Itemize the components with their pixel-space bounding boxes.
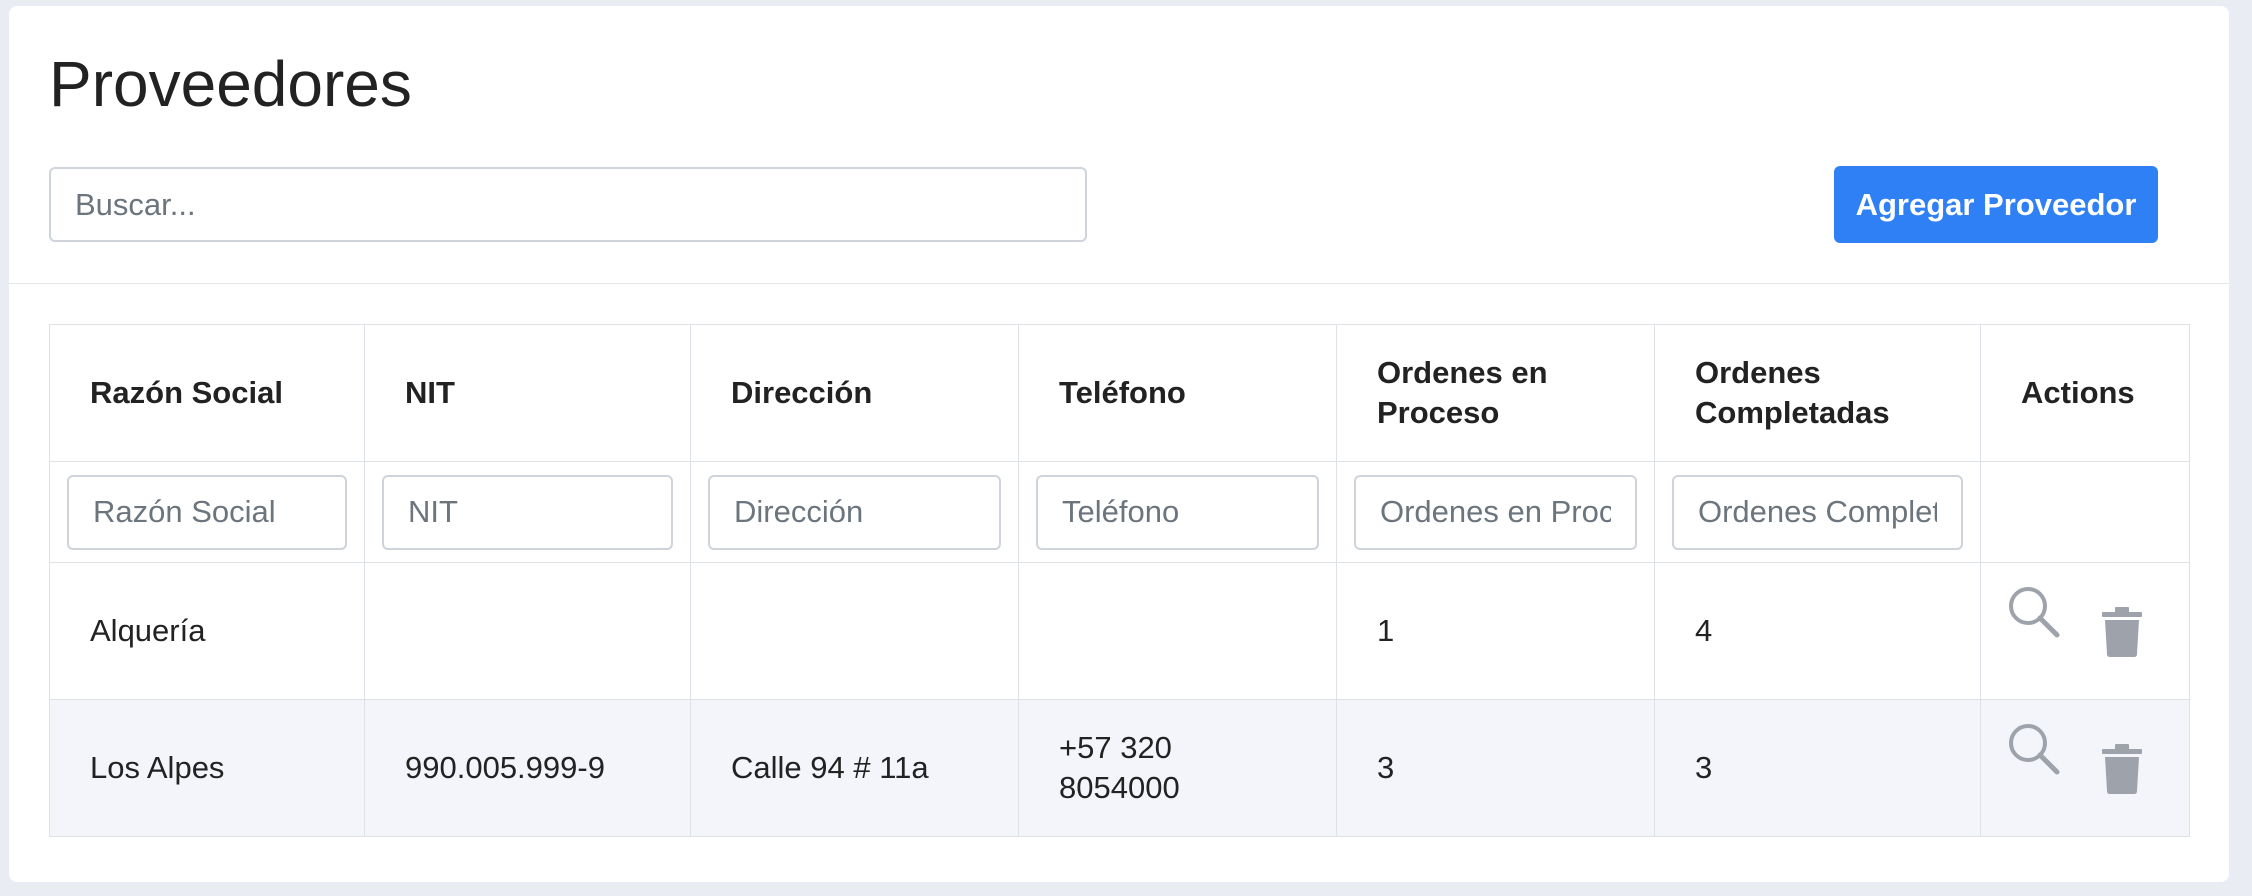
cell-telefono: [1018, 562, 1337, 700]
cell-telefono: +57 320 8054000: [1018, 699, 1337, 837]
cell-ordenes-proceso: 3: [1336, 699, 1655, 837]
cell-razon-social: Alquería: [49, 562, 365, 700]
filter-row: [49, 461, 2190, 563]
header-row: Razón Social NIT Dirección Teléfono Orde…: [49, 324, 2190, 462]
providers-card: Proveedores Agregar Proveedor Razón Soci…: [9, 6, 2229, 882]
filter-ordenes-proceso-input[interactable]: [1354, 474, 1637, 550]
cell-direccion: Calle 94 # 11a: [690, 699, 1019, 837]
search-icon[interactable]: [2007, 585, 2061, 639]
trash-icon[interactable]: [2102, 607, 2142, 657]
cell-razon-social: Los Alpes: [49, 699, 365, 837]
filter-telefono-input[interactable]: [1036, 474, 1319, 550]
column-header-razon-social[interactable]: Razón Social: [49, 324, 365, 462]
filter-actions-empty: [1980, 461, 2190, 563]
cell-actions: [1980, 699, 2190, 837]
cell-actions: [1980, 562, 2190, 700]
column-header-telefono[interactable]: Teléfono: [1018, 324, 1337, 462]
cell-ordenes-completadas: 4: [1654, 562, 1981, 700]
table-row[interactable]: Los Alpes 990.005.999-9 Calle 94 # 11a +…: [49, 699, 2190, 837]
filter-ordenes-completadas-input[interactable]: [1672, 474, 1963, 550]
filter-razon-social-input[interactable]: [67, 474, 347, 550]
search-icon[interactable]: [2007, 722, 2061, 776]
column-header-nit[interactable]: NIT: [364, 324, 691, 462]
cell-ordenes-proceso: 1: [1336, 562, 1655, 700]
page-title: Proveedores: [49, 48, 412, 120]
cell-direccion: [690, 562, 1019, 700]
column-header-direccion[interactable]: Dirección: [690, 324, 1019, 462]
cell-nit: [364, 562, 691, 700]
providers-table: Razón Social NIT Dirección Teléfono Orde…: [49, 324, 2190, 837]
filter-direccion-input[interactable]: [708, 474, 1001, 550]
trash-icon[interactable]: [2102, 744, 2142, 794]
column-header-actions: Actions: [1980, 324, 2190, 462]
search-input[interactable]: [49, 167, 1087, 242]
page-header: Proveedores Agregar Proveedor: [9, 6, 2229, 284]
filter-nit-input[interactable]: [382, 474, 673, 550]
table-row[interactable]: Alquería 1 4: [49, 562, 2190, 700]
add-provider-button[interactable]: Agregar Proveedor: [1834, 166, 2158, 243]
column-header-ordenes-completadas[interactable]: Ordenes Completadas: [1654, 324, 1981, 462]
cell-ordenes-completadas: 3: [1654, 699, 1981, 837]
cell-nit: 990.005.999-9: [364, 699, 691, 837]
column-header-ordenes-proceso[interactable]: Ordenes en Proceso: [1336, 324, 1655, 462]
